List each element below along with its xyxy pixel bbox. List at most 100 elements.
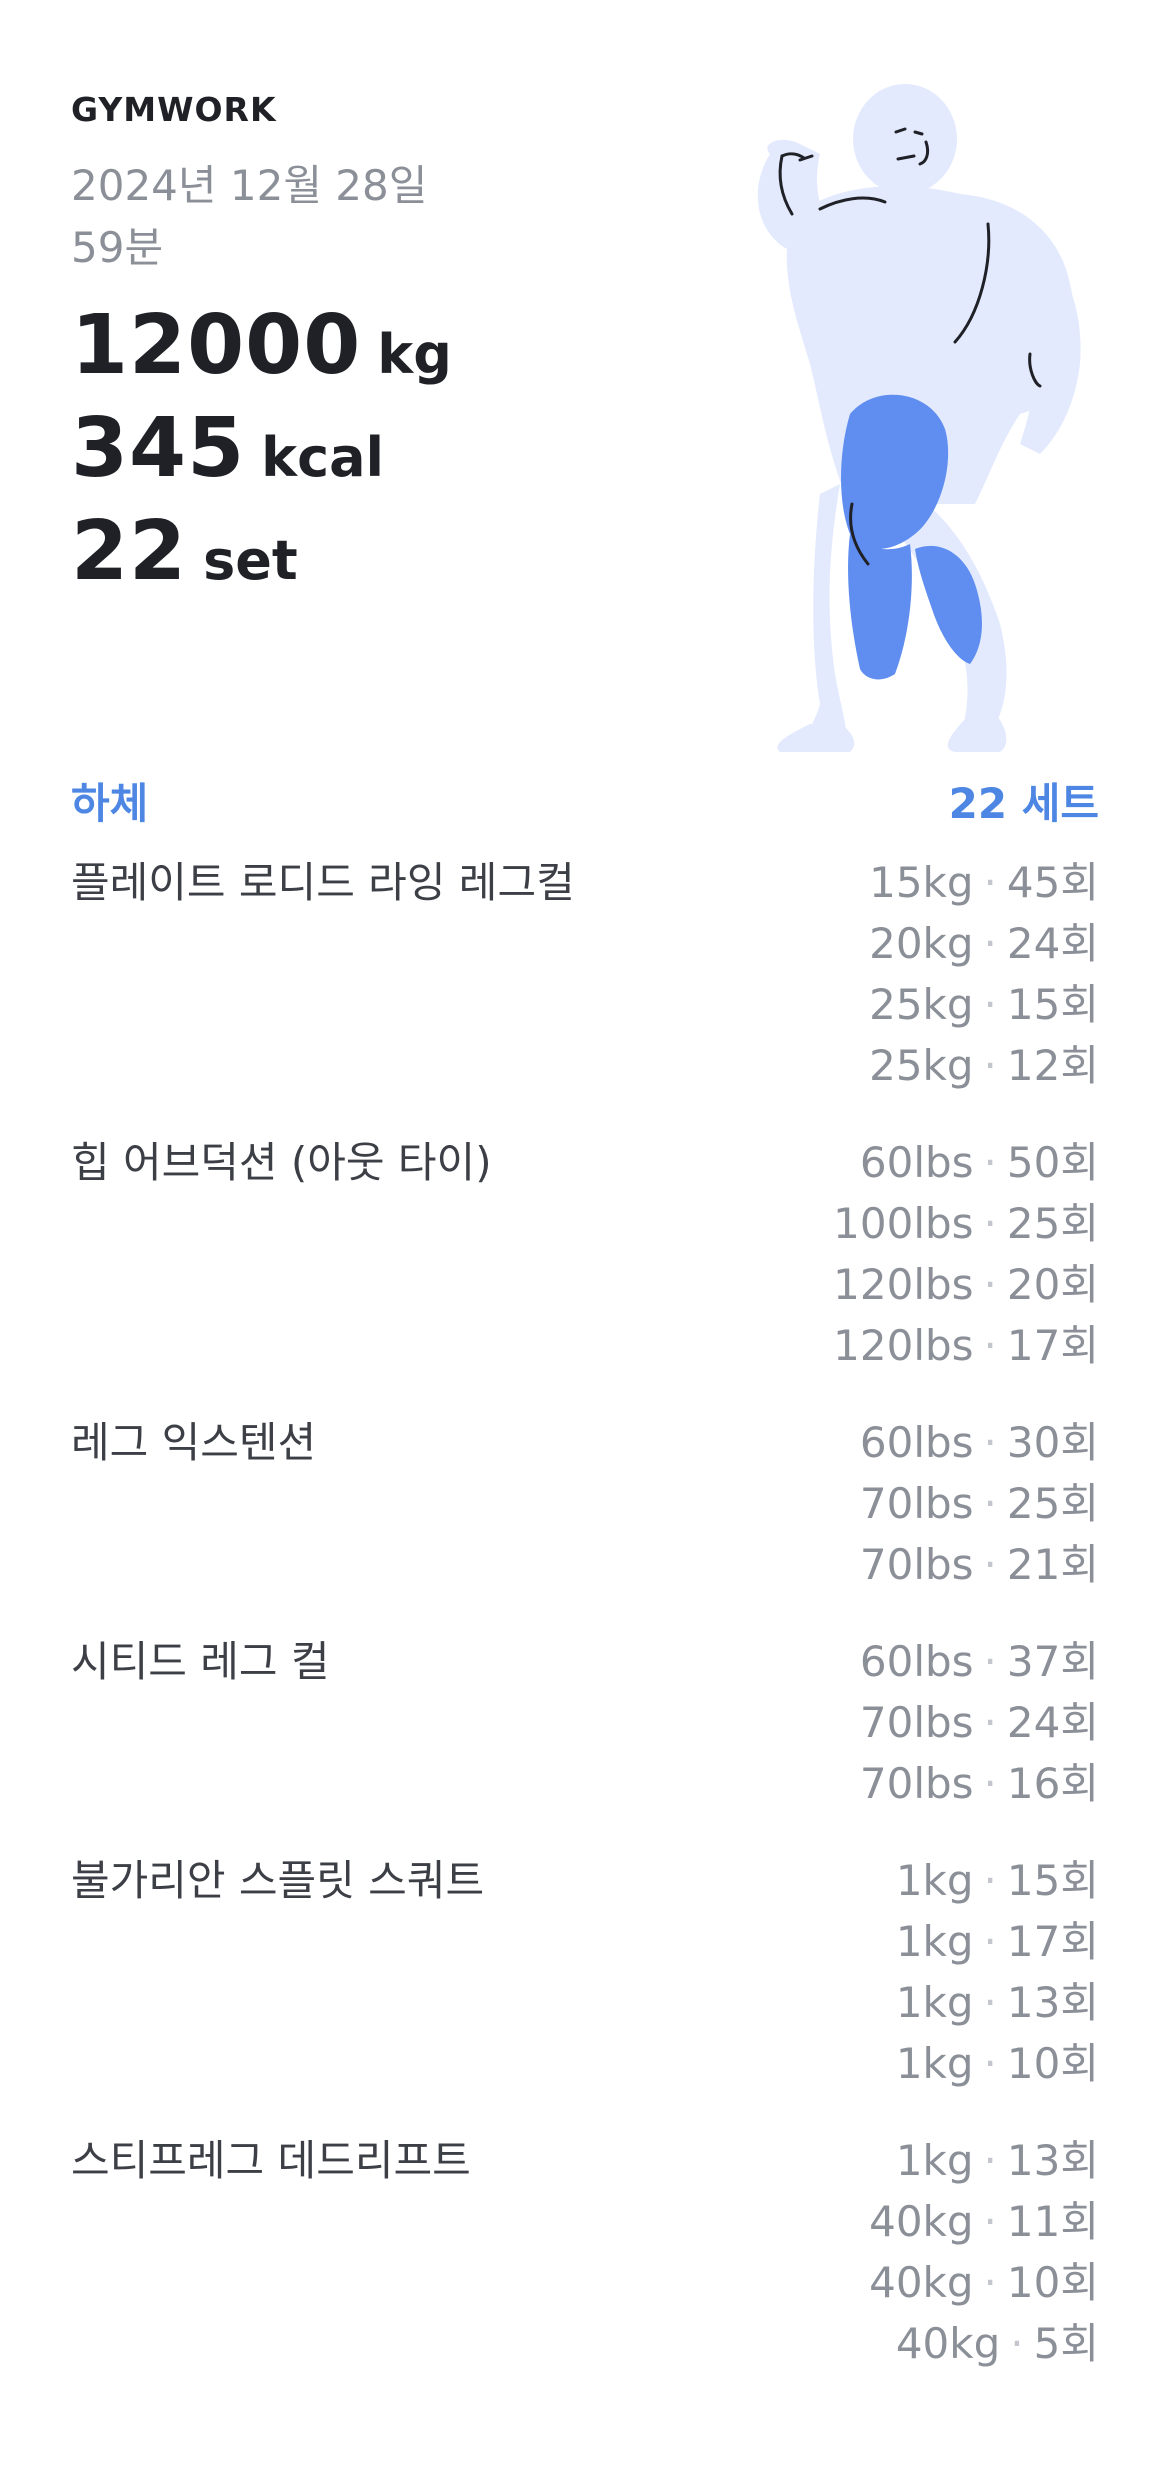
set-row: 70lbs · 16회	[860, 1753, 1099, 1814]
set-row: 60lbs · 50회	[860, 1132, 1099, 1193]
exercise-name: 플레이트 로디드 라잉 레그컬	[71, 858, 575, 907]
gymwork-logo: GYMWORK	[71, 90, 277, 129]
separator-dot: ·	[983, 1199, 997, 1248]
set-weight: 1kg	[895, 2136, 974, 2185]
separator-dot: ·	[983, 1138, 997, 1187]
set-weight: 1kg	[895, 1856, 974, 1905]
set-reps: 11회	[1006, 2197, 1099, 2246]
set-weight: 70lbs	[859, 1759, 974, 1808]
stat-value: 12000	[71, 298, 362, 393]
stat-unit: set	[203, 529, 298, 592]
set-row: 15kg · 45회	[869, 852, 1099, 913]
set-row: 25kg · 12회	[869, 1035, 1099, 1096]
separator-dot: ·	[983, 919, 997, 968]
set-weight: 120lbs	[833, 1260, 974, 1309]
set-row: 60lbs · 30회	[860, 1412, 1099, 1473]
separator-dot: ·	[983, 1260, 997, 1309]
workout-date: 2024년 12월 28일	[71, 161, 428, 210]
set-reps: 15회	[1006, 980, 1099, 1029]
set-list: 60lbs · 50회 100lbs · 25회 120lbs · 20회 120lbs · 1…	[833, 1132, 1099, 1376]
set-reps: 13회	[1006, 2136, 1099, 2185]
set-weight: 60lbs	[859, 1418, 974, 1467]
set-reps: 10회	[1006, 2039, 1099, 2088]
set-reps: 25회	[1006, 1199, 1099, 1248]
separator-dot: ·	[983, 1041, 997, 1090]
set-row: 70lbs · 25회	[860, 1473, 1099, 1534]
set-reps: 37회	[1006, 1637, 1099, 1686]
stat-unit: kcal	[261, 426, 385, 489]
set-list: 1kg · 13회 40kg · 11회 40kg · 10회 40kg · 5회	[869, 2130, 1099, 2374]
list-item: 시티드 레그 컬 60lbs · 37회 70lbs · 24회 70lbs · 16회	[71, 1631, 1099, 1814]
set-weight: 70lbs	[859, 1540, 974, 1589]
separator-dot: ·	[983, 1698, 997, 1747]
section-header: 하체 22 세트	[71, 770, 1099, 831]
separator-dot: ·	[983, 2039, 997, 2088]
exercise-list: 플레이트 로디드 라잉 레그컬 15kg · 45회 20kg · 24회 25kg · 1…	[71, 852, 1099, 2410]
stat-calories: 345 kcal	[71, 401, 452, 504]
set-reps: 50회	[1006, 1138, 1099, 1187]
set-reps: 30회	[1006, 1418, 1099, 1467]
set-row: 70lbs · 24회	[860, 1692, 1099, 1753]
set-row: 25kg · 15회	[869, 974, 1099, 1035]
set-reps: 16회	[1006, 1759, 1099, 1808]
set-row: 40kg · 11회	[869, 2191, 1099, 2252]
list-item: 힙 어브덕션 (아웃 타이) 60lbs · 50회 100lbs · 25회 120l…	[71, 1132, 1099, 1376]
set-row: 120lbs · 17회	[833, 1315, 1099, 1376]
set-weight: 40kg	[869, 2197, 974, 2246]
set-weight: 70lbs	[859, 1698, 974, 1747]
set-reps: 25회	[1006, 1479, 1099, 1528]
stat-value: 22	[71, 504, 188, 599]
set-weight: 40kg	[895, 2319, 1001, 2368]
separator-dot: ·	[983, 980, 997, 1029]
separator-dot: ·	[983, 2197, 997, 2246]
set-row: 40kg · 5회	[896, 2313, 1099, 2374]
set-reps: 15회	[1006, 1856, 1099, 1905]
set-weight: 120lbs	[833, 1321, 974, 1370]
separator-dot: ·	[983, 2258, 997, 2307]
separator-dot: ·	[983, 1418, 997, 1467]
separator-dot: ·	[983, 1978, 997, 2027]
list-item: 불가리안 스플릿 스쿼트 1kg · 15회 1kg · 17회 1kg · 13회 1kg…	[71, 1850, 1099, 2094]
set-list: 15kg · 45회 20kg · 24회 25kg · 15회 25kg · 12회	[869, 852, 1099, 1096]
set-row: 1kg · 10회	[896, 2033, 1099, 2094]
list-item: 스티프레그 데드리프트 1kg · 13회 40kg · 11회 40kg · 10회 40…	[71, 2130, 1099, 2374]
stat-sets: 22 set	[71, 504, 452, 607]
set-weight: 20kg	[869, 919, 974, 968]
set-row: 60lbs · 37회	[860, 1631, 1099, 1692]
separator-dot: ·	[983, 2136, 997, 2185]
set-reps: 45회	[1006, 858, 1099, 907]
set-row: 1kg · 13회	[896, 2130, 1099, 2191]
set-weight: 25kg	[869, 1041, 974, 1090]
separator-dot: ·	[983, 1321, 997, 1370]
set-weight: 1kg	[895, 1978, 974, 2027]
set-row: 1kg · 13회	[896, 1972, 1099, 2033]
stats-block: 12000 kg 345 kcal 22 set	[71, 298, 452, 607]
stat-value: 345	[71, 401, 246, 496]
separator-dot: ·	[983, 1637, 997, 1686]
set-row: 70lbs · 21회	[860, 1534, 1099, 1595]
set-list: 60lbs · 37회 70lbs · 24회 70lbs · 16회	[860, 1631, 1099, 1814]
set-reps: 17회	[1006, 1321, 1099, 1370]
workout-duration: 59분	[71, 223, 164, 272]
separator-dot: ·	[983, 1917, 997, 1966]
separator-dot: ·	[1010, 2319, 1024, 2368]
workout-summary-page: GYMWORK 2024년 12월 28일 59분 12000 kg 345 k…	[0, 0, 1170, 2469]
set-list: 1kg · 15회 1kg · 17회 1kg · 13회 1kg · 10회	[896, 1850, 1099, 2094]
set-weight: 40kg	[869, 2258, 974, 2307]
separator-dot: ·	[983, 1759, 997, 1808]
set-weight: 25kg	[869, 980, 974, 1029]
section-title: 하체	[71, 779, 149, 828]
set-row: 40kg · 10회	[869, 2252, 1099, 2313]
exercise-name: 힙 어브덕션 (아웃 타이)	[71, 1138, 492, 1187]
separator-dot: ·	[983, 1540, 997, 1589]
set-weight: 60lbs	[859, 1138, 974, 1187]
set-row: 1kg · 15회	[896, 1850, 1099, 1911]
exercise-name: 스티프레그 데드리프트	[71, 2136, 471, 2185]
set-weight: 1kg	[895, 1917, 974, 1966]
set-weight: 60lbs	[859, 1637, 974, 1686]
set-weight: 1kg	[895, 2039, 974, 2088]
stat-unit: kg	[377, 323, 452, 386]
set-reps: 21회	[1006, 1540, 1099, 1589]
separator-dot: ·	[983, 1479, 997, 1528]
set-reps: 24회	[1006, 919, 1099, 968]
